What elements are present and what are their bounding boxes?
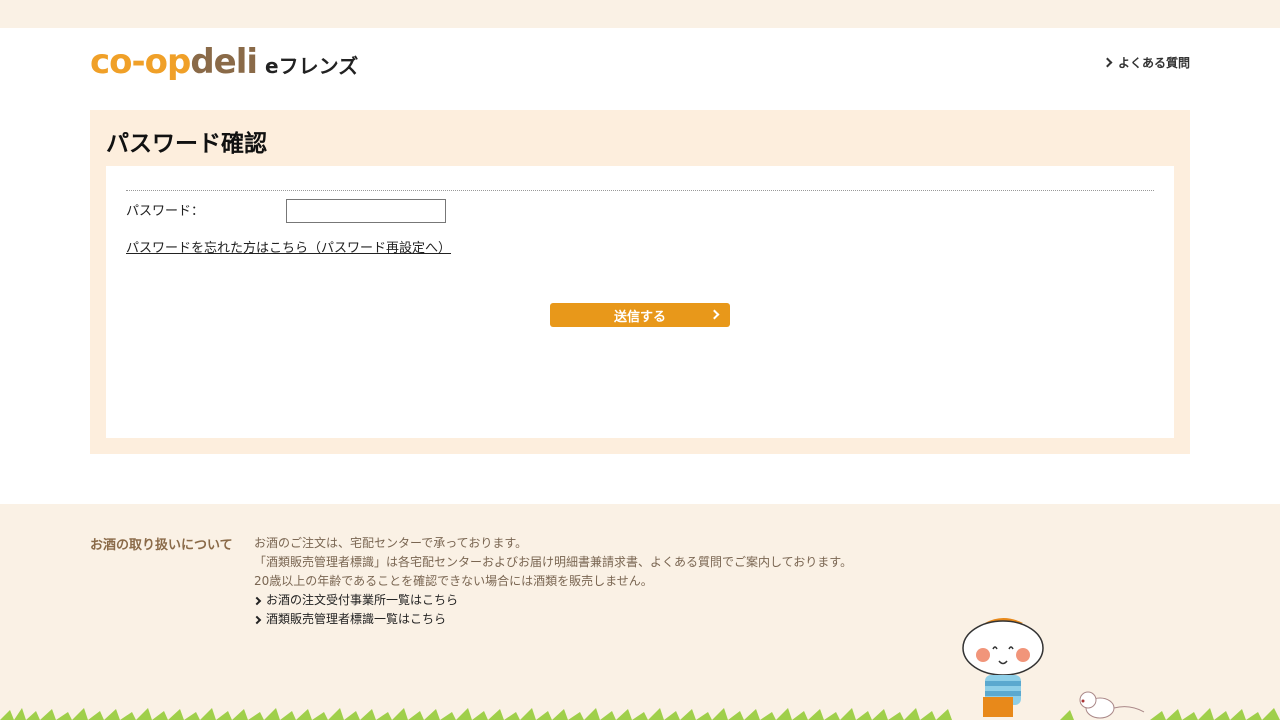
form-area: パスワード： パスワードを忘れた方はこちら（パスワード再設定へ） 送信する — [106, 166, 1174, 438]
alcohol-notice-heading: お酒の取り扱いについて — [90, 538, 233, 553]
link-label: 酒類販売管理者標識一覧はこちら — [266, 612, 447, 626]
coopdeli-logo[interactable]: co-op deli eフレンズ — [90, 42, 358, 82]
chevron-right-icon — [252, 596, 262, 605]
faq-label: よくある質問 — [1117, 56, 1190, 70]
password-confirm-panel: パスワード確認 パスワード： パスワードを忘れた方はこちら（パスワード再設定へ）… — [90, 110, 1190, 454]
grass-decoration — [0, 708, 1280, 720]
page-title: パスワード確認 — [106, 131, 267, 157]
notice-line: 「酒類販売管理者標識」は各宅配センターおよびお届け明細書兼請求書、よくある質問で… — [254, 555, 853, 569]
alcohol-notice-text: お酒のご注文は、宅配センターで承っております。 「酒類販売管理者標識」は各宅配セ… — [252, 534, 853, 629]
alcohol-manager-sign-link[interactable]: 酒類販売管理者標識一覧はこちら — [252, 610, 852, 629]
notice-line: お酒のご注文は、宅配センターで承っております。 — [254, 536, 528, 550]
logo-text-deli: deli — [190, 42, 258, 82]
divider — [126, 190, 1154, 191]
logo-subtitle: eフレンズ — [265, 54, 359, 78]
notice-line: 20歳以上の年齢であることを確認できない場合には酒類を販売しません。 — [254, 574, 653, 588]
logo-text-coop: co-op — [90, 42, 191, 82]
header: co-op deli eフレンズ よくある質問 — [90, 28, 1190, 100]
password-input[interactable] — [286, 199, 446, 223]
password-label: パスワード： — [126, 204, 205, 219]
chevron-right-icon — [1102, 57, 1113, 68]
alcohol-office-list-link[interactable]: お酒の注文受付事業所一覧はこちら — [252, 591, 852, 610]
chevron-right-icon — [709, 309, 720, 320]
faq-link[interactable]: よくある質問 — [1102, 54, 1190, 71]
link-label: お酒の注文受付事業所一覧はこちら — [266, 593, 459, 607]
chevron-right-icon — [252, 615, 262, 624]
submit-label: 送信する — [613, 308, 666, 324]
forgot-password-link[interactable]: パスワードを忘れた方はこちら（パスワード再設定へ） — [126, 237, 451, 256]
submit-button[interactable]: 送信する — [550, 303, 730, 327]
mascot-illustration — [962, 618, 1044, 717]
